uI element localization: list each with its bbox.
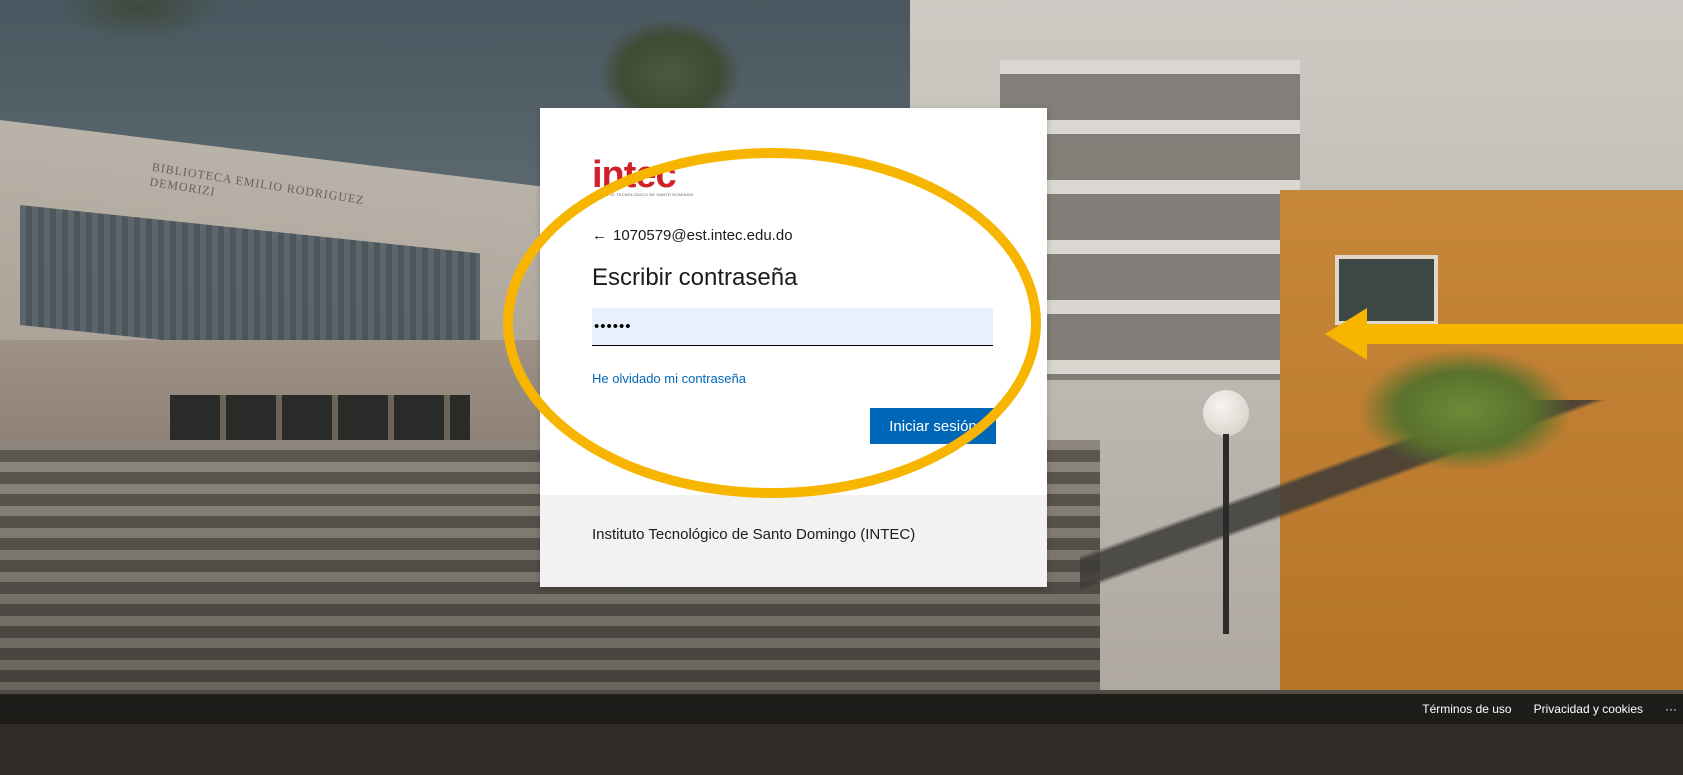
identity-email: 1070579@est.intec.edu.do [613,226,793,244]
password-field[interactable] [592,308,993,346]
arrow-left-icon: ← [592,226,607,244]
page-title: Escribir contraseña [592,264,798,291]
intec-logo: intec INSTITUTO TECNOLÓGICO DE SANTO DOM… [592,156,712,204]
palm-tree [600,20,740,110]
organization-name: Instituto Tecnológico de Santo Domingo (… [592,526,916,543]
signin-card-footer: Instituto Tecnológico de Santo Domingo (… [540,495,1047,587]
lamp-globe [1203,390,1249,436]
terms-link[interactable]: Términos de uso [1422,702,1511,716]
privacy-link[interactable]: Privacidad y cookies [1534,702,1643,716]
footer-links: Términos de uso Privacidad y cookies ··· [1422,694,1677,724]
bottom-strip [0,724,1683,775]
more-options-icon[interactable]: ··· [1665,702,1677,716]
logo-wordmark: intec [592,154,677,196]
palm-tree-right [1360,350,1570,470]
signin-card-body: intec INSTITUTO TECNOLÓGICO DE SANTO DOM… [540,108,1047,495]
forgot-password-link[interactable]: He olvidado mi contraseña [592,371,746,386]
lamp-post [1223,434,1229,634]
logo-subtitle: INSTITUTO TECNOLÓGICO DE SANTO DOMINGO [592,192,694,197]
footer-bar: Términos de uso Privacidad y cookies ··· [0,694,1683,724]
signin-card: intec INSTITUTO TECNOLÓGICO DE SANTO DOM… [540,108,1047,587]
building-window [1335,255,1438,325]
tree-foliage [60,0,220,40]
signin-button[interactable]: Iniciar sesión [870,408,996,444]
identity-back-button[interactable]: ← 1070579@est.intec.edu.do [592,225,793,245]
